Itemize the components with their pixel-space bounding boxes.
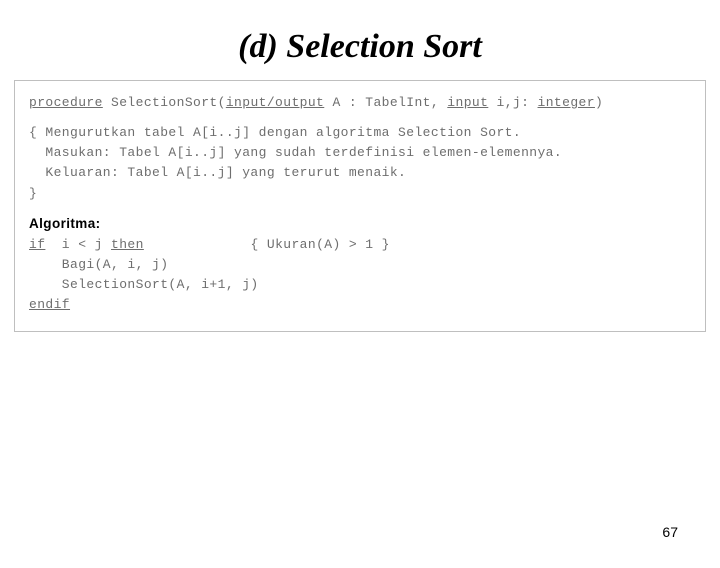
algo-bagi-line: Bagi(A, i, j) <box>29 255 697 275</box>
comment-line-3: Keluaran: Tabel A[i..j] yang terurut men… <box>29 163 697 183</box>
comment-line-2: Masukan: Tabel A[i..j] yang sudah terdef… <box>29 143 697 163</box>
page-number: 67 <box>662 524 678 540</box>
keyword-procedure: procedure <box>29 95 103 110</box>
comment-line-1: { Mengurutkan tabel A[i..j] dengan algor… <box>29 123 697 143</box>
procedure-signature: procedure SelectionSort(input/output A :… <box>29 93 697 113</box>
sig-close: ) <box>595 95 603 110</box>
sig-part1: A : TabelInt, <box>324 95 447 110</box>
keyword-endif: endif <box>29 297 70 312</box>
algorithm-code-block: procedure SelectionSort(input/output A :… <box>14 80 706 332</box>
sig-name: SelectionSort( <box>103 95 226 110</box>
algo-if-line: if i < j then { Ukuran(A) > 1 } <box>29 235 697 255</box>
keyword-input: input <box>447 95 488 110</box>
algo-endif-line: endif <box>29 295 697 315</box>
comment-line-4: } <box>29 184 697 204</box>
keyword-then: then <box>111 237 144 252</box>
slide-title: (d) Selection Sort <box>0 28 720 66</box>
keyword-input-output: input/output <box>226 95 324 110</box>
if-condition: i < j <box>45 237 111 252</box>
keyword-integer: integer <box>538 95 595 110</box>
algoritma-label: Algoritma: <box>29 214 101 235</box>
cond-comment: { Ukuran(A) > 1 } <box>144 237 390 252</box>
keyword-if: if <box>29 237 45 252</box>
algo-recur-line: SelectionSort(A, i+1, j) <box>29 275 697 295</box>
sig-part2: i,j: <box>488 95 537 110</box>
